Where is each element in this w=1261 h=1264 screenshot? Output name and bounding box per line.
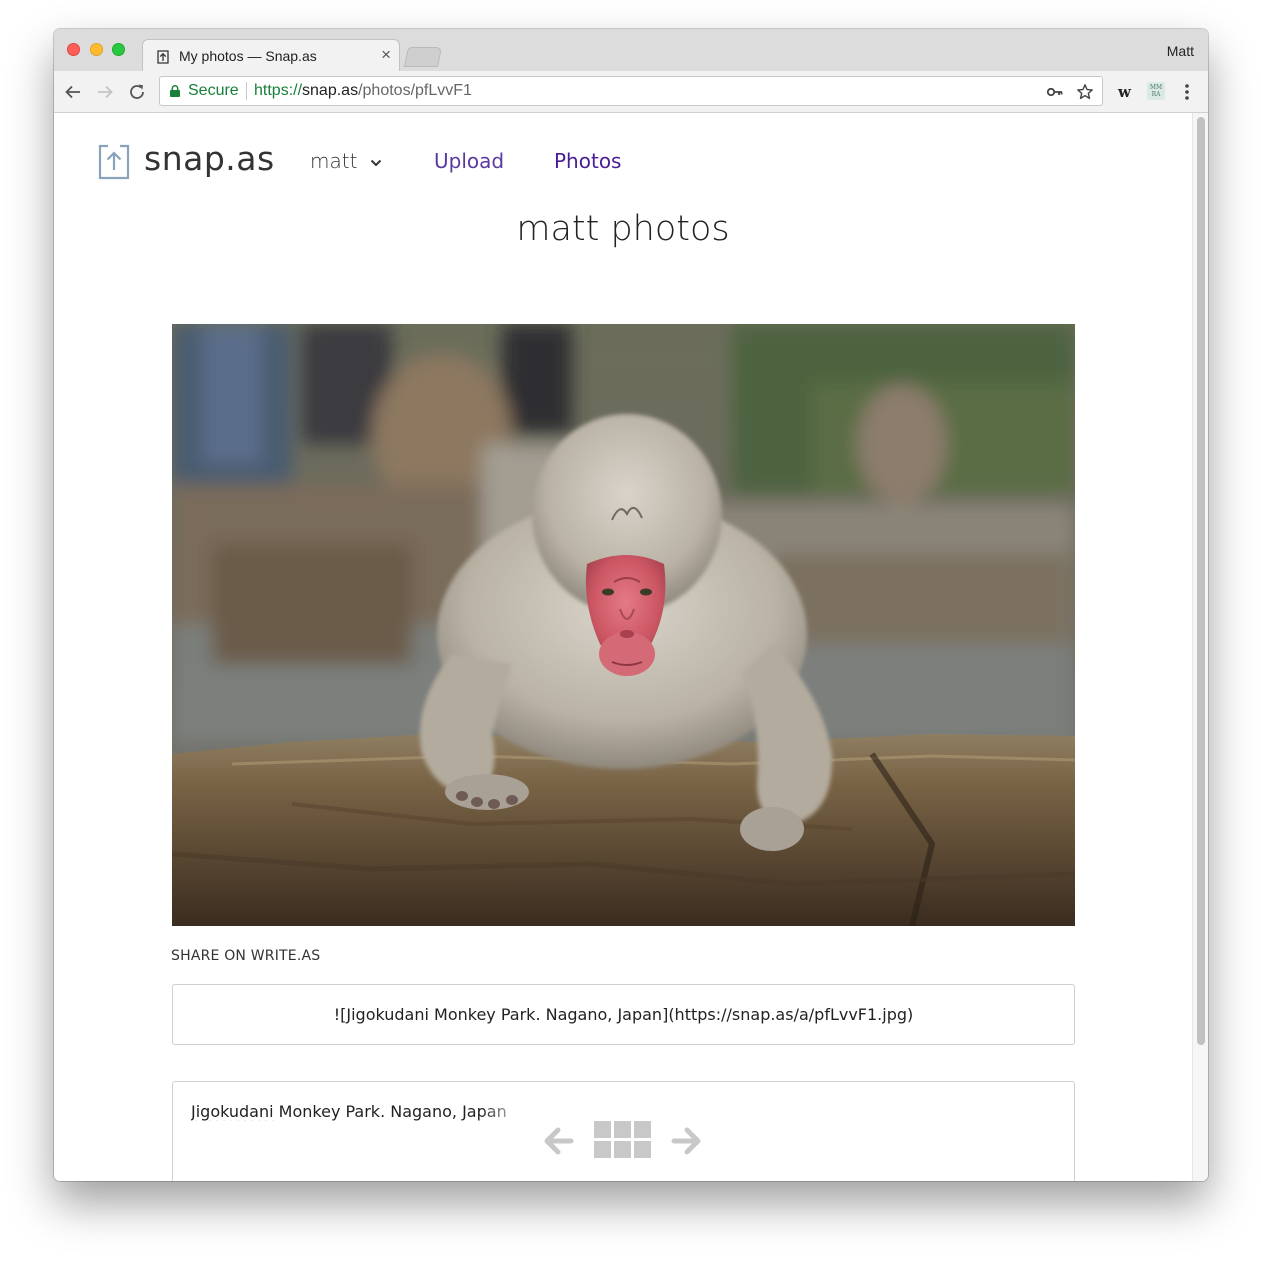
browser-window: My photos — Snap.as × Matt Secure https:… — [54, 29, 1208, 1181]
nav-link-photos[interactable]: Photos — [554, 149, 621, 173]
url-path: /photos/pfLvvF1 — [358, 82, 472, 99]
window-maximize-button[interactable] — [112, 43, 125, 56]
omnibox-divider — [246, 82, 247, 100]
browser-tab-bar: My photos — Snap.as × Matt — [54, 29, 1208, 72]
user-menu-button[interactable]: matt — [310, 149, 357, 173]
secure-label[interactable]: Secure — [188, 82, 239, 100]
profile-name[interactable]: Matt — [1167, 43, 1194, 59]
monkey-photo[interactable] — [172, 324, 1075, 926]
arrow-right-icon[interactable] — [94, 81, 116, 103]
kebab-menu-icon[interactable] — [1181, 82, 1193, 102]
star-icon[interactable] — [1076, 83, 1094, 101]
address-bar[interactable]: Secure https://snap.as/photos/pfLvvF1 — [159, 76, 1103, 106]
url-scheme: https:// — [254, 82, 303, 99]
page-title: matt photos — [516, 209, 730, 249]
caption-misspelled-word: Jigokudani — [191, 1102, 274, 1121]
upload-favicon-icon — [157, 50, 169, 64]
chevron-down-icon[interactable] — [370, 159, 382, 167]
tab-title: My photos — Snap.as — [179, 48, 317, 64]
upload-box-icon[interactable] — [98, 143, 130, 181]
caption-text: Jigokudani Monkey Park. Nagano, Japan — [191, 1102, 531, 1121]
tab-close-icon[interactable]: × — [381, 46, 391, 64]
reload-icon[interactable] — [126, 81, 148, 103]
writeas-extension-icon[interactable]: w — [1118, 83, 1131, 101]
share-section-label: SHARE ON WRITE.AS — [171, 948, 321, 964]
browser-tab-active[interactable]: My photos — Snap.as × — [142, 39, 400, 72]
url-text[interactable]: https://snap.as/photos/pfLvvF1 — [254, 82, 472, 100]
scrollbar-thumb[interactable] — [1197, 117, 1205, 1045]
site-logo-text[interactable]: snap.as — [144, 139, 275, 178]
arrow-right-icon[interactable] — [671, 1126, 703, 1156]
browser-toolbar: Secure https://snap.as/photos/pfLvvF1 w … — [54, 71, 1208, 113]
grid-icon[interactable] — [594, 1121, 652, 1161]
url-host: snap.as — [302, 82, 359, 99]
extension-badge-line2: RA — [1151, 91, 1161, 98]
lock-icon — [170, 85, 180, 97]
key-icon[interactable] — [1046, 83, 1064, 101]
markdown-embed-field[interactable]: ![Jigokudani Monkey Park. Nagano, Japan]… — [172, 984, 1075, 1045]
window-minimize-button[interactable] — [90, 43, 103, 56]
caption-rest: Monkey Park. Nagano, Japan — [273, 1102, 507, 1121]
monkey-photo-illustration — [172, 324, 1075, 926]
window-close-button[interactable] — [67, 43, 80, 56]
extension-badge-icon[interactable]: MM RA — [1147, 82, 1165, 100]
page-content: snap.as matt Upload Photos matt photos S… — [54, 113, 1192, 1181]
extension-badge-line1: MM — [1149, 84, 1163, 91]
new-tab-button[interactable] — [403, 47, 443, 67]
page-scrollbar[interactable] — [1192, 113, 1208, 1181]
arrow-left-icon[interactable] — [62, 81, 84, 103]
nav-link-upload[interactable]: Upload — [434, 149, 504, 173]
arrow-left-icon[interactable] — [542, 1126, 574, 1156]
